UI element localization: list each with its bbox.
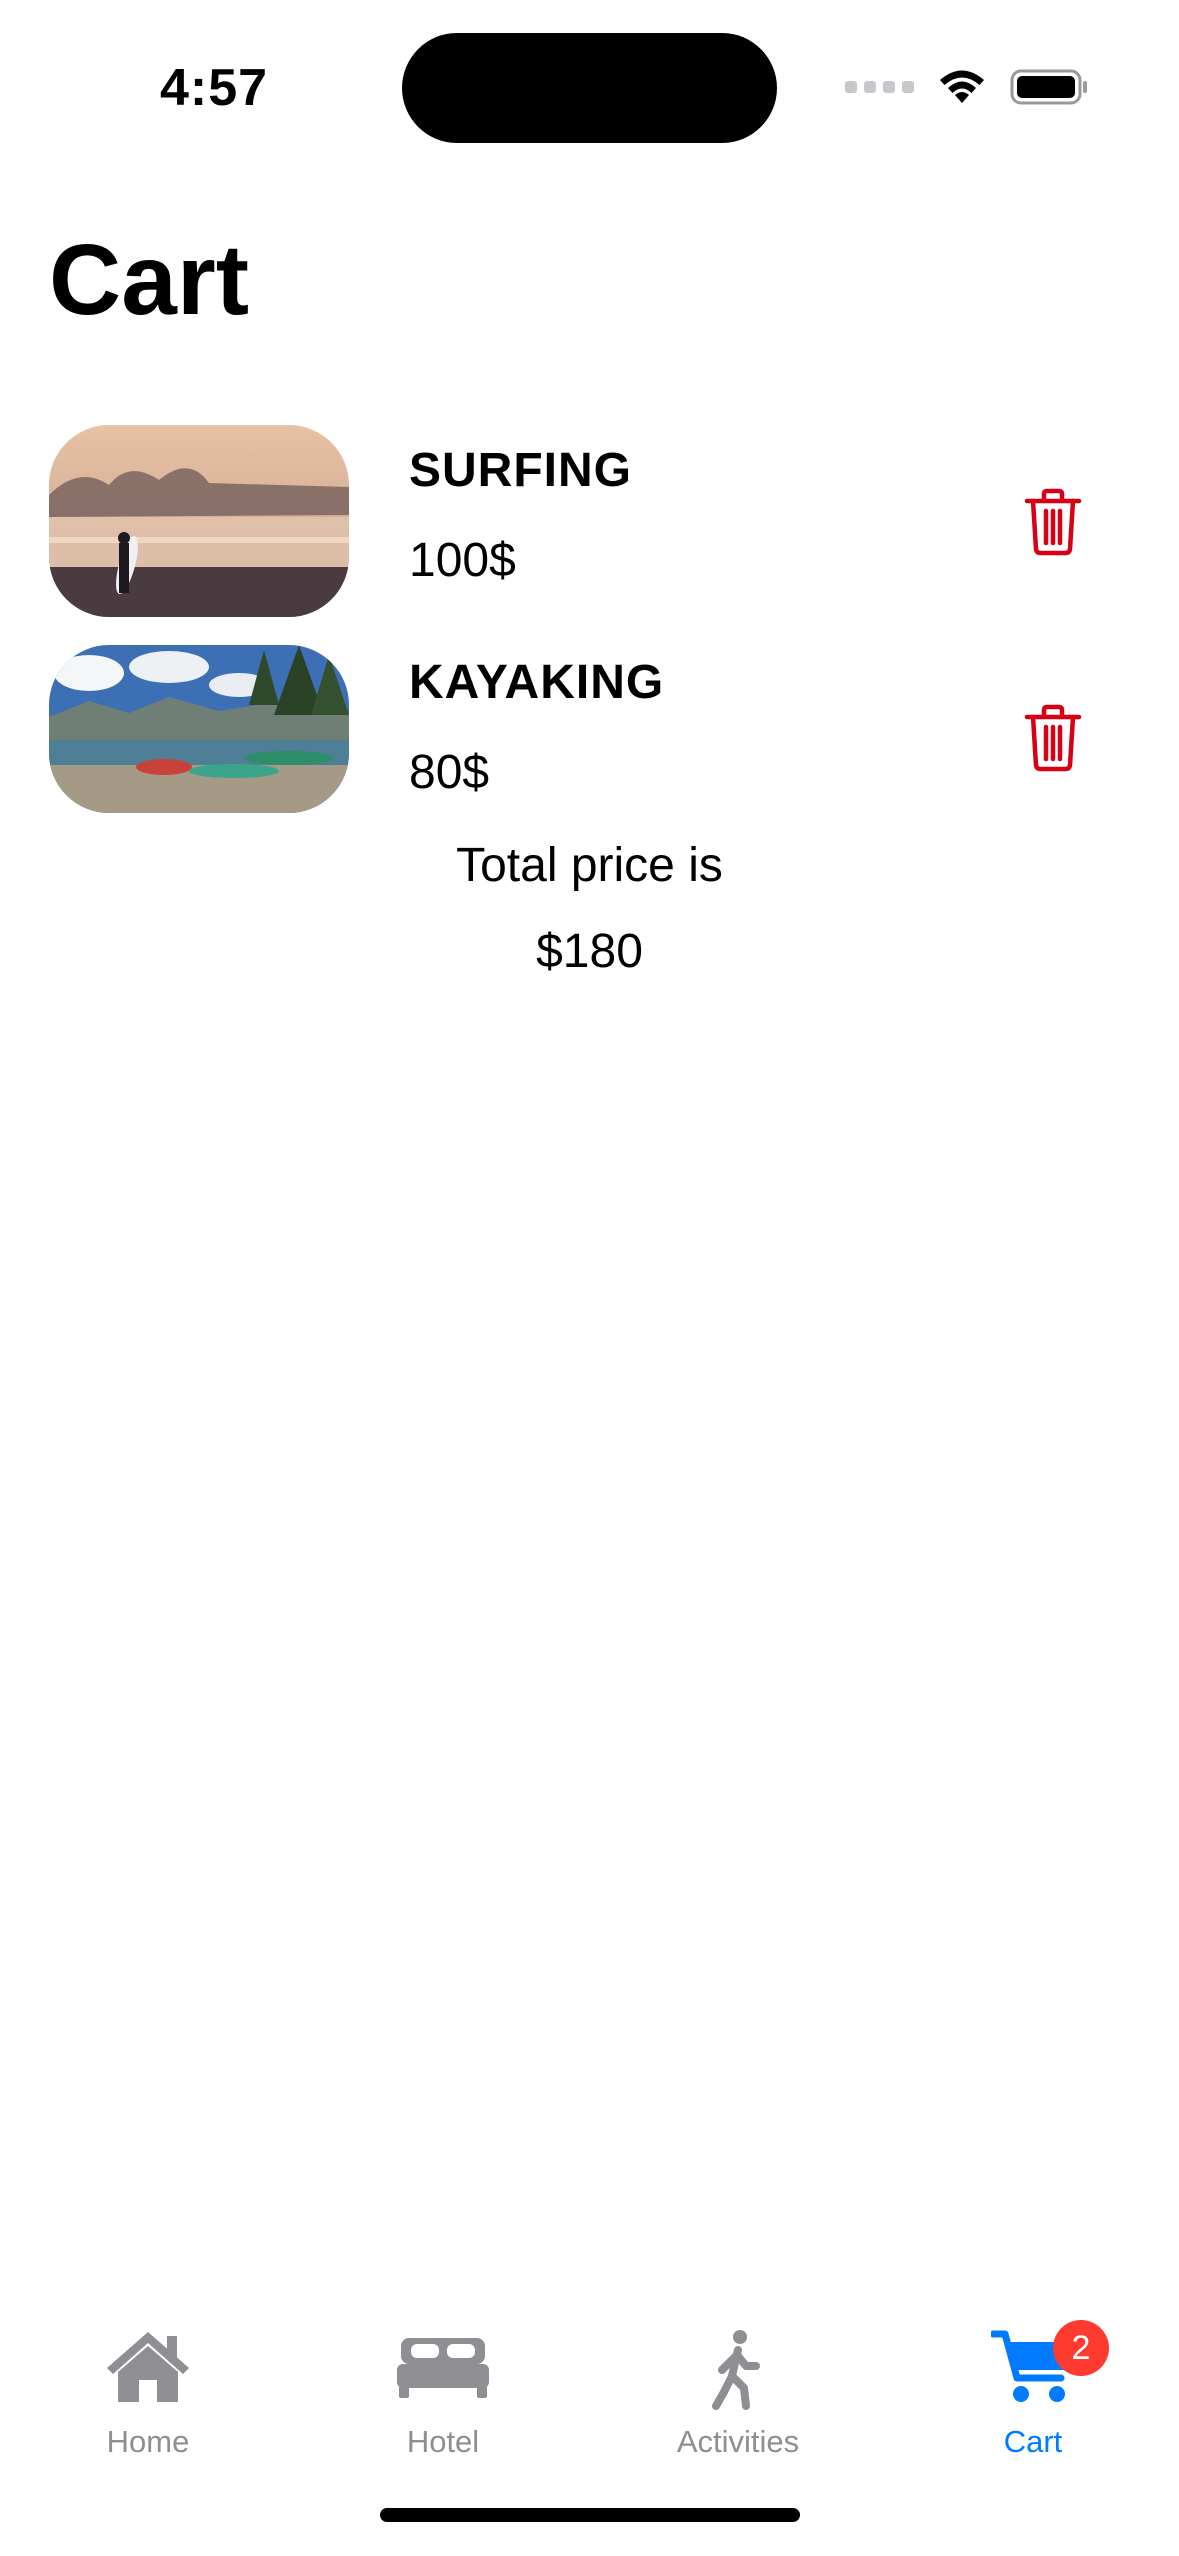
delete-surfing-button[interactable] bbox=[1023, 487, 1083, 557]
tab-label: Activities bbox=[676, 2424, 800, 2459]
dynamic-island bbox=[402, 33, 777, 143]
kayaking-thumbnail bbox=[49, 645, 349, 813]
house-icon bbox=[107, 2332, 189, 2402]
cart-item-name: SURFING bbox=[409, 444, 632, 497]
tab-hotel[interactable]: Hotel bbox=[343, 2300, 543, 2460]
cart-item-price: 100$ bbox=[409, 534, 516, 587]
battery-icon bbox=[1010, 69, 1087, 105]
surfing-thumbnail bbox=[49, 425, 349, 617]
cart-item-name: KAYAKING bbox=[409, 656, 665, 709]
tab-label: Home bbox=[106, 2424, 190, 2459]
figure-walk-icon bbox=[712, 2330, 760, 2410]
trash-icon bbox=[1024, 704, 1082, 772]
status-time: 4:57 bbox=[160, 59, 269, 117]
tab-home[interactable]: Home bbox=[48, 2300, 248, 2460]
status-icons bbox=[845, 62, 1090, 112]
cart-item-surfing: SURFING 100$ bbox=[49, 425, 1129, 625]
home-indicator[interactable] bbox=[380, 2508, 800, 2522]
total-price-label: Total price is bbox=[456, 839, 723, 892]
tab-bar: Home Hotel Activities 2 Cart bbox=[0, 2300, 1179, 2480]
trash-icon bbox=[1024, 488, 1082, 556]
cart-badge: 2 bbox=[1053, 2320, 1109, 2376]
cart-item-price: 80$ bbox=[409, 746, 490, 799]
cellular-signal-icon bbox=[845, 81, 914, 93]
total-price-value: $180 bbox=[536, 925, 643, 978]
tab-label: Cart bbox=[1003, 2424, 1063, 2459]
page-title: Cart bbox=[49, 224, 250, 336]
delete-kayaking-button[interactable] bbox=[1023, 703, 1083, 773]
cart-item-kayaking: KAYAKING 80$ bbox=[49, 645, 1129, 815]
tab-label: Hotel bbox=[406, 2424, 480, 2459]
tab-activities[interactable]: Activities bbox=[638, 2300, 838, 2460]
tab-cart[interactable]: 2 Cart bbox=[933, 2300, 1133, 2460]
bed-icon bbox=[397, 2338, 489, 2398]
wifi-icon bbox=[940, 70, 984, 103]
